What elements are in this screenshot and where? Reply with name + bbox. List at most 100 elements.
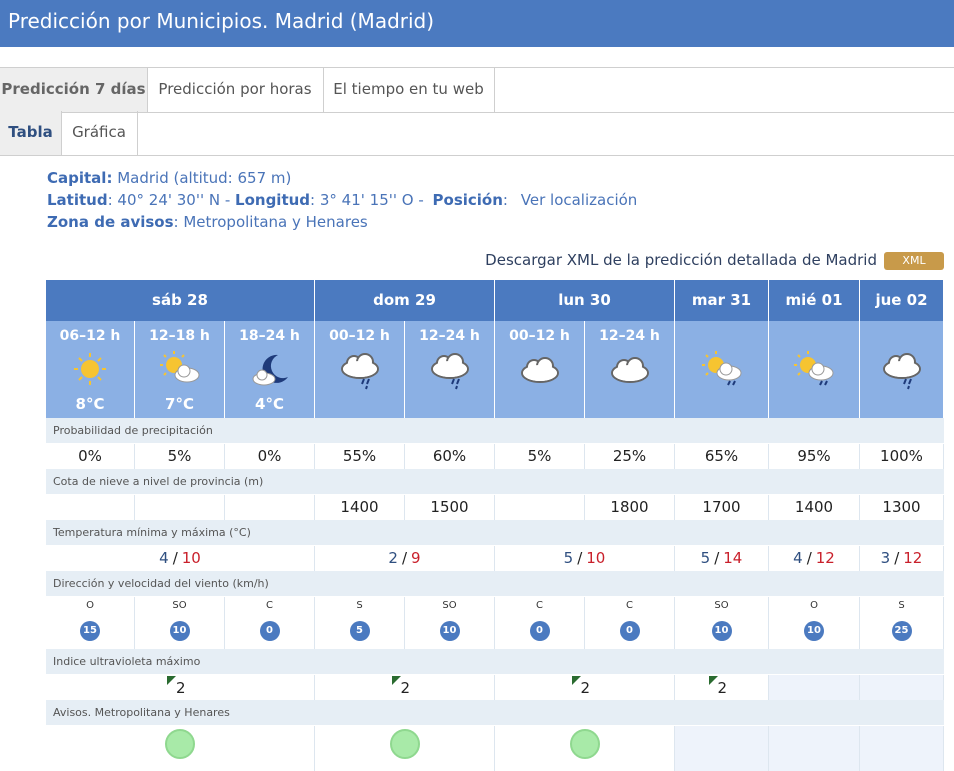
temperature-cell: 3/12 [860, 546, 944, 571]
temp-min: 4 [159, 549, 169, 567]
tab-prediccion-por-horas[interactable]: Predicción por horas [147, 68, 324, 112]
section-label: Probabilidad de precipitación [46, 418, 944, 443]
precipitation-cell: 100% [860, 444, 944, 469]
uv-index: 2 [571, 676, 591, 697]
zona-avisos-label: Zona de avisos [47, 213, 174, 231]
uv-cell: 2 [495, 675, 675, 700]
warning-green-circle-icon[interactable] [165, 729, 195, 759]
uv-flag-icon [167, 676, 176, 685]
view-tabs: Tabla Gráfica [0, 111, 954, 156]
time-slot: 12–18 h 7°C [135, 321, 225, 418]
uv-index: 2 [167, 676, 186, 697]
wind-direction: S [356, 600, 363, 611]
temp-separator: / [172, 549, 178, 567]
uv-index: 2 [391, 676, 411, 697]
precipitation-cell: 25% [585, 444, 675, 469]
wind-speed-icon: 25 [891, 621, 912, 641]
temp-separator: / [806, 549, 812, 567]
slot-temperature: 7°C [165, 395, 194, 413]
time-slot: 00–12 h [315, 321, 405, 418]
temp-separator: / [714, 549, 720, 567]
wind-direction: O [810, 600, 818, 611]
location-info: Capital: Madrid (altitud: 657 m) Latitud… [47, 167, 637, 233]
wind-cell: O 15 [46, 597, 135, 649]
avisos-cell [495, 726, 675, 771]
temp-max: 10 [181, 549, 201, 567]
temp-min: 4 [793, 549, 803, 567]
temp-min: 5 [700, 549, 711, 567]
slot-temperature: 8°C [75, 395, 105, 413]
warning-green-circle-icon[interactable] [569, 729, 600, 759]
snow-level-row: 1400 1500 1800 1700 1400 1300 [46, 495, 944, 520]
section-label: Cota de nieve a nivel de provincia (m) [46, 469, 944, 494]
warning-green-circle-icon[interactable] [389, 729, 420, 759]
temp-min: 5 [563, 549, 574, 567]
uv-value: 2 [400, 679, 411, 697]
slot-label: 00–12 h [329, 328, 390, 344]
wind-direction: O [86, 600, 94, 611]
temp-min: 3 [880, 549, 891, 567]
time-slot [675, 321, 769, 418]
snow-level-cell [46, 495, 135, 520]
wind-row: O 15 SO 10 C 0 S 5 SO 10 C 0 C 0 SO 10 O 10 S 25 [46, 597, 944, 649]
snow-level-cell: 1700 [675, 495, 769, 520]
uv-value: 2 [176, 679, 186, 697]
tab-tabla[interactable]: Tabla [0, 111, 62, 155]
time-slot: 06–12 h 8°C [46, 321, 135, 418]
wind-speed-icon: 0 [619, 621, 640, 641]
wind-direction: SO [442, 600, 457, 611]
cloud-rain-icon [340, 353, 379, 390]
precipitation-cell: 95% [769, 444, 860, 469]
tab-grafica[interactable]: Gráfica [61, 111, 138, 155]
temperature-cell: 5/10 [495, 546, 675, 571]
wind-speed-icon: 10 [439, 621, 460, 641]
sun-icon [74, 353, 106, 385]
snow-level-cell [225, 495, 315, 520]
time-slot: 12–24 h [585, 321, 675, 418]
snow-level-cell: 1400 [769, 495, 860, 520]
temp-max: 14 [723, 549, 743, 567]
sun-cloud-rain-icon [701, 351, 741, 386]
wind-direction: S [898, 600, 905, 611]
uv-value: 2 [717, 679, 728, 697]
time-slot: 00–12 h [495, 321, 585, 418]
posicion-colon: : [502, 191, 508, 209]
temperature-cell: 2/9 [315, 546, 495, 571]
slot-label: 18–24 h [239, 328, 300, 344]
uv-value: 2 [580, 679, 591, 697]
forecast-table: sáb 28 dom 29 lun 30 mar 31 mié 01 jue 02 06–1… [46, 280, 944, 771]
uv-cell: 2 [46, 675, 315, 700]
day-header: mié 01 [769, 280, 860, 321]
wind-direction: SO [172, 600, 187, 611]
day-header: mar 31 [675, 280, 769, 321]
section-label: Temperatura mínima y máxima (°C) [46, 520, 944, 545]
posicion-label: Posición [432, 191, 503, 209]
xml-download-button[interactable]: XML [884, 252, 944, 270]
slot-temperature: 4°C [255, 395, 284, 413]
temperature-cell: 4/12 [769, 546, 860, 571]
snow-level-cell: 1800 [585, 495, 675, 520]
latitud-label: Latitud [47, 191, 108, 209]
avisos-cell [46, 726, 315, 771]
ver-localizacion-link[interactable]: Ver localización [521, 191, 638, 209]
section-label: Avisos. Metropolitana y Henares [46, 700, 944, 725]
time-slot: 12–24 h [405, 321, 495, 418]
wind-direction: SO [714, 600, 729, 611]
temp-separator: / [894, 549, 900, 567]
uv-cell: 2 [315, 675, 495, 700]
precipitation-cell: 60% [405, 444, 495, 469]
zona-avisos-value: : Metropolitana y Henares [173, 213, 368, 231]
wind-speed-icon: 0 [529, 621, 550, 641]
temp-separator: / [577, 549, 583, 567]
uv-flag-icon [571, 676, 581, 685]
uv-cell [860, 675, 944, 700]
snow-level-cell: 1300 [860, 495, 944, 520]
tab-el-tiempo-en-tu-web[interactable]: El tiempo en tu web [323, 68, 495, 112]
wind-speed-icon: 5 [349, 621, 370, 641]
day-header: dom 29 [315, 280, 495, 321]
temp-max: 10 [586, 549, 606, 567]
tab-prediccion-7-dias[interactable]: Predicción 7 días [0, 68, 148, 112]
uv-flag-icon [391, 676, 401, 685]
wind-direction: C [536, 600, 543, 611]
slot-label: 06–12 h [59, 328, 121, 344]
